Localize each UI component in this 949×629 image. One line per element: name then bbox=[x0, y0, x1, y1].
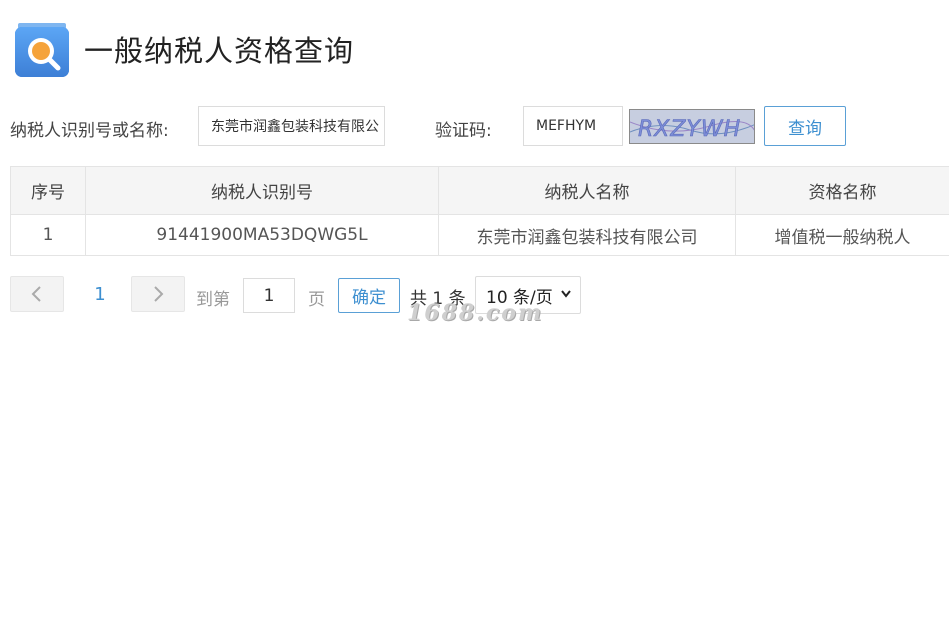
search-magnifier-icon bbox=[14, 21, 70, 77]
chevron-right-icon bbox=[154, 286, 164, 302]
goto-label: 到第 bbox=[196, 290, 230, 310]
cell-taxpayer-id: 91441900MA53DQWG5L bbox=[85, 214, 439, 256]
table-header-row: 序号 纳税人识别号 纳税人名称 资格名称 bbox=[10, 166, 949, 215]
page-number-current[interactable]: 1 bbox=[88, 284, 112, 305]
watermark: 1688.com bbox=[407, 300, 544, 326]
col-header-qualification: 资格名称 bbox=[735, 166, 949, 215]
taxpayer-label: 纳税人识别号或名称: bbox=[10, 121, 169, 141]
captcha-image[interactable]: RXZYWH bbox=[629, 109, 755, 144]
cell-taxpayer-name: 东莞市润鑫包装科技有限公司 bbox=[438, 214, 736, 256]
col-header-index: 序号 bbox=[10, 166, 86, 215]
taxpayer-input[interactable]: 东莞市润鑫包装科技有限公 bbox=[198, 106, 385, 146]
chevron-left-icon bbox=[31, 286, 41, 302]
cell-index: 1 bbox=[10, 214, 86, 256]
page-header: 一般纳税人资格查询 bbox=[14, 20, 354, 78]
col-header-taxpayer-id: 纳税人识别号 bbox=[85, 166, 439, 215]
next-page-button[interactable] bbox=[131, 276, 185, 312]
chevron-down-icon bbox=[561, 290, 571, 298]
search-form: 纳税人识别号或名称: 东莞市润鑫包装科技有限公 验证码: MEFHYM RXZY… bbox=[0, 106, 949, 146]
cell-qualification: 增值税一般纳税人 bbox=[735, 214, 949, 256]
results-table: 序号 纳税人识别号 纳税人名称 资格名称 1 91441900MA53DQWG5… bbox=[10, 166, 949, 256]
captcha-input[interactable]: MEFHYM bbox=[523, 106, 623, 146]
page: 一般纳税人资格查询 纳税人识别号或名称: 东莞市润鑫包装科技有限公 验证码: M… bbox=[0, 0, 949, 629]
col-header-taxpayer-name: 纳税人名称 bbox=[438, 166, 736, 215]
query-button[interactable]: 查询 bbox=[764, 106, 846, 146]
goto-page-input[interactable]: 1 bbox=[243, 278, 295, 313]
goto-confirm-button[interactable]: 确定 bbox=[338, 278, 400, 313]
page-title: 一般纳税人资格查询 bbox=[84, 34, 355, 68]
captcha-text: RXZYWH bbox=[638, 117, 741, 142]
captcha-label: 验证码: bbox=[435, 121, 492, 141]
table-row: 1 91441900MA53DQWG5L 东莞市润鑫包装科技有限公司 增值税一般… bbox=[10, 214, 949, 256]
page-unit-label: 页 bbox=[308, 290, 325, 310]
prev-page-button[interactable] bbox=[10, 276, 64, 312]
